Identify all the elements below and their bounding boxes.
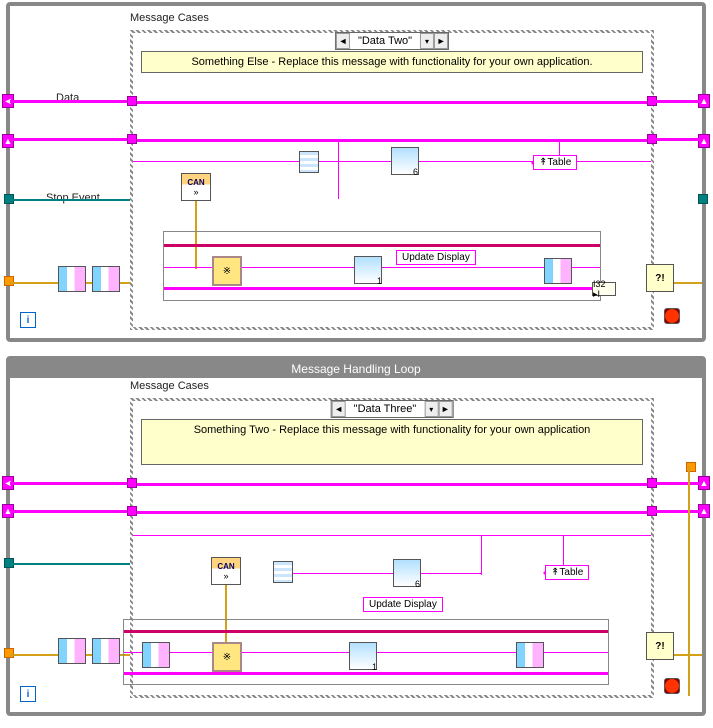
wire-teal-stop — [10, 199, 130, 201]
case-structure-2[interactable]: Message Cases ◄ "Data Three" ▾ ► Somethi… — [130, 398, 654, 698]
iter-label-2: i — [27, 689, 30, 700]
loop-stop-terminal-2[interactable] — [664, 678, 680, 694]
wire-to-table-2 — [421, 573, 481, 574]
wire-pink-2 — [10, 138, 130, 141]
loop-title-text: Message Handling Loop — [291, 362, 420, 376]
unbundle-node-b2[interactable] — [92, 638, 120, 664]
table-constant-icon[interactable] — [299, 151, 319, 173]
can-label-2: CAN — [217, 562, 234, 571]
unbundle-inner-b1[interactable] — [142, 642, 170, 668]
block-diagram-canvas: ◄ ▲ ▲ ▲ Data Stop Event i Message Cases … — [0, 0, 713, 728]
tunnel-orange-b[interactable] — [4, 648, 14, 658]
tunnel-teal-r[interactable] — [698, 194, 708, 204]
can-node-1[interactable]: CAN » — [181, 173, 211, 201]
can-node-2[interactable]: CAN » — [211, 557, 241, 585]
can-label: CAN — [187, 178, 204, 187]
case-selector-2[interactable]: ◄ "Data Three" ▾ ► — [331, 400, 454, 418]
case-dropdown-2[interactable]: ▾ — [424, 401, 438, 417]
wire-out-b2 — [654, 510, 702, 513]
comment-box-1[interactable]: Something Else - Replace this message wi… — [141, 51, 643, 73]
iter-label: i — [27, 315, 30, 326]
tunnel-orange[interactable] — [4, 276, 14, 286]
table-tag-text-2: ↟Table — [551, 567, 583, 578]
comment-text-2: Something Two - Replace this message wit… — [194, 424, 591, 436]
vi-label-1: 1 — [377, 276, 382, 286]
vi-label-6: 6 — [413, 167, 418, 177]
case-tunnel-bl1[interactable] — [127, 478, 137, 488]
while-loop-bottom: Message Handling Loop ◄ ▲ ▲ ▲ i Message … — [6, 356, 706, 716]
case-value-2: "Data Three" — [346, 403, 425, 415]
table-tag[interactable]: ↟Table — [533, 155, 577, 170]
wire-inner-2 — [164, 287, 600, 290]
wire-pink-data — [10, 100, 130, 103]
unbundle-node-b1[interactable] — [58, 638, 86, 664]
case-prev-arrow-2[interactable]: ◄ — [332, 401, 346, 417]
case-prev-arrow[interactable]: ◄ — [336, 33, 350, 49]
update-display-text-2: Update Display — [369, 599, 437, 610]
table-constant-icon-2[interactable] — [273, 561, 293, 583]
wire-p2-1 — [10, 482, 130, 485]
comment-text-1: Something Else - Replace this message wi… — [191, 56, 592, 68]
update-display-tag-2[interactable]: Update Display — [363, 597, 443, 612]
case-dropdown-1[interactable]: ▾ — [420, 33, 434, 49]
error-vi-node-2[interactable]: ?! — [646, 632, 674, 660]
table-tag-2[interactable]: ↟Table — [545, 565, 589, 580]
wire-orange-right — [688, 466, 690, 696]
case-next-arrow-2[interactable]: ► — [438, 401, 452, 417]
case-selector-1[interactable]: ◄ "Data Two" ▾ ► — [335, 32, 449, 50]
vi-label-6-2: 6 — [415, 579, 420, 589]
flat-sequence-1[interactable]: ※ 1 Update Display — [163, 231, 601, 301]
flat-sequence-2[interactable]: ※ 1 — [123, 619, 609, 685]
case-tunnel-l1[interactable] — [127, 96, 137, 106]
wire-out-2 — [654, 138, 702, 141]
update-display-text: Update Display — [402, 252, 470, 263]
wire-v-1 — [338, 139, 339, 199]
wire-case-2 — [133, 139, 651, 142]
wire-out-b1 — [654, 482, 702, 485]
case-tunnel-l2[interactable] — [127, 134, 137, 144]
case-label-1: Message Cases — [130, 12, 209, 24]
loop-stop-terminal[interactable] — [664, 308, 680, 324]
bundle-node-2[interactable]: ※ — [212, 642, 242, 672]
wire-case-data — [133, 101, 651, 104]
wire-label-stop: Stop Event — [44, 192, 102, 204]
wire-v-tbl-2 — [481, 535, 482, 575]
shift-register-left-2[interactable]: ▲ — [2, 134, 14, 148]
wire-v-tag-2 — [563, 535, 564, 565]
unbundle-node-2[interactable] — [92, 266, 120, 292]
case-label-2: Message Cases — [130, 380, 209, 392]
coerce-node[interactable]: I32 ▸I — [592, 282, 616, 296]
wire-tbl-2 — [293, 573, 403, 574]
loop-title-bar: Message Handling Loop — [10, 360, 702, 378]
unbundle-inner[interactable] — [544, 258, 572, 284]
wire-c2-thin — [133, 535, 651, 536]
table-tag-text: ↟Table — [539, 157, 571, 168]
iteration-terminal-2: i — [20, 686, 36, 702]
wire-inner-b1 — [124, 630, 608, 633]
case-tunnel-bl2[interactable] — [127, 506, 137, 516]
comment-box-2[interactable]: Something Two - Replace this message wit… — [141, 419, 643, 465]
iteration-terminal: i — [20, 312, 36, 328]
update-display-tag[interactable]: Update Display — [396, 250, 476, 265]
shift-register-right-2[interactable]: ▲ — [698, 134, 710, 148]
unbundle-node-1[interactable] — [58, 266, 86, 292]
wire-p2-teal — [10, 563, 130, 565]
wire-inner-b2 — [124, 672, 608, 675]
coerce-label: I32 ▸I — [593, 279, 615, 300]
unbundle-inner-b2[interactable] — [516, 642, 544, 668]
wire-p2-2 — [10, 510, 130, 513]
wire-out-1 — [654, 100, 702, 103]
case-next-arrow[interactable]: ► — [434, 33, 448, 49]
while-loop-top: ◄ ▲ ▲ ▲ Data Stop Event i Message Cases … — [6, 2, 706, 342]
bundle-node[interactable]: ※ — [212, 256, 242, 286]
case-value-1: "Data Two" — [350, 35, 420, 47]
vi-label-1-2: 1 — [372, 662, 377, 672]
wire-c2-1 — [133, 483, 651, 486]
error-vi-node[interactable]: ?! — [646, 264, 674, 292]
case-structure-1[interactable]: Message Cases ◄ "Data Two" ▾ ► Something… — [130, 30, 654, 330]
wire-c2-2 — [133, 511, 651, 514]
wire-inner-1 — [164, 244, 600, 247]
